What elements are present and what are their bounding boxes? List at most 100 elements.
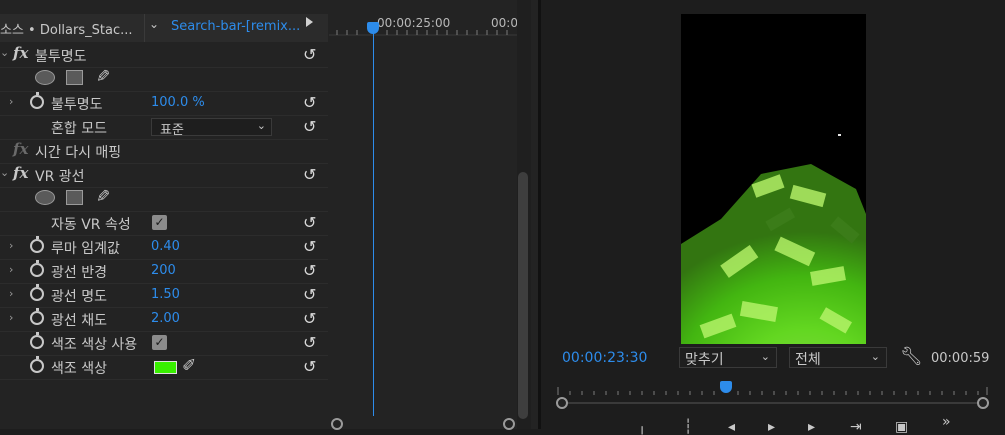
- resolution-value: 전체: [795, 352, 821, 368]
- glow-saturation-value[interactable]: 2.00: [151, 311, 180, 326]
- step-back-icon[interactable]: ◂: [728, 419, 735, 435]
- ellipse-mask-icon[interactable]: [35, 190, 55, 205]
- mask-tools-row: ✎: [0, 187, 328, 212]
- glow-radius-value[interactable]: 200: [151, 263, 176, 278]
- sequence-duration: 00:00:59: [931, 351, 990, 366]
- glow-radius-row: › 광선 반경 200 ↺: [0, 260, 328, 284]
- mark-out-icon[interactable]: ┆: [684, 419, 692, 435]
- reset-icon[interactable]: ↺: [303, 285, 316, 304]
- reset-icon[interactable]: ↺: [303, 213, 316, 232]
- twirl-right-icon[interactable]: ›: [9, 311, 13, 324]
- auto-vr-row: 자동 VR 속성 ✓ ↺: [0, 212, 328, 236]
- vr-glow-effect-label: VR 광선: [35, 169, 85, 185]
- use-tint-row: 색조 색상 사용 ✓ ↺: [0, 332, 328, 356]
- pen-mask-icon[interactable]: ✎: [96, 67, 110, 87]
- rectangle-mask-icon[interactable]: [66, 70, 83, 85]
- stopwatch-icon[interactable]: [30, 92, 44, 109]
- resolution-select[interactable]: 전체 ⌄: [789, 347, 887, 368]
- monitor-playhead[interactable]: [720, 381, 732, 393]
- luma-threshold-label: 루마 임계값: [51, 241, 120, 257]
- program-video-frame[interactable]: [681, 14, 866, 344]
- opacity-param-row: › 불투명도 100.0 % ↺: [0, 92, 328, 116]
- monitor-zoom-bar[interactable]: [556, 397, 989, 409]
- blend-mode-row: 혼합 모드 표준 ⌄ ↺: [0, 116, 328, 140]
- chevron-down-icon: ⌄: [870, 350, 880, 363]
- rectangle-mask-icon[interactable]: [66, 190, 83, 205]
- wrench-icon[interactable]: 🔧︎: [900, 346, 923, 367]
- stopwatch-icon[interactable]: [30, 356, 44, 373]
- reset-icon[interactable]: ↺: [303, 333, 316, 352]
- opacity-effect-row[interactable]: ⌄ fx 불투명도 ↺: [0, 44, 328, 68]
- reset-icon[interactable]: ↺: [303, 117, 316, 136]
- reset-icon[interactable]: ↺: [303, 93, 316, 112]
- scroll-handle-right[interactable]: [503, 418, 515, 430]
- step-forward-icon[interactable]: ▸: [808, 419, 815, 435]
- video-frame-image: [681, 14, 866, 344]
- play-triangle-icon[interactable]: [306, 17, 313, 27]
- eyedropper-icon[interactable]: ✐: [182, 356, 196, 376]
- time-remap-label: 시간 다시 매핑: [35, 145, 122, 161]
- reset-icon[interactable]: ↺: [303, 261, 316, 280]
- reset-icon[interactable]: ↺: [303, 165, 316, 184]
- reset-icon[interactable]: ↺: [303, 357, 316, 376]
- reset-icon[interactable]: ↺: [303, 309, 316, 328]
- glow-brightness-value[interactable]: 1.50: [151, 287, 180, 302]
- stopwatch-icon[interactable]: [30, 308, 44, 325]
- twirl-right-icon[interactable]: ›: [9, 239, 13, 252]
- time-remap-row[interactable]: fx 시간 다시 매핑: [0, 140, 328, 164]
- current-timecode[interactable]: 00:00:23:30: [562, 350, 647, 366]
- tint-color-label: 색조 색상: [51, 361, 107, 377]
- twirl-down-icon[interactable]: ⌄: [0, 166, 9, 179]
- chevron-down-icon: ⌄: [256, 119, 266, 132]
- luma-threshold-value[interactable]: 0.40: [151, 239, 180, 254]
- glow-brightness-label: 광선 명도: [51, 289, 107, 305]
- stopwatch-icon[interactable]: [30, 284, 44, 301]
- play-icon[interactable]: ▸: [768, 419, 775, 435]
- opacity-param-label: 불투명도: [51, 97, 103, 113]
- go-to-out-icon[interactable]: ⇥: [850, 419, 862, 435]
- tint-color-swatch[interactable]: [154, 361, 177, 374]
- sequence-label[interactable]: Search-bar-[remix...: [171, 19, 300, 34]
- stopwatch-icon[interactable]: [30, 236, 44, 253]
- luma-threshold-row: › 루마 임계값 0.40 ↺: [0, 236, 328, 260]
- twirl-right-icon[interactable]: ›: [9, 287, 13, 300]
- ellipse-mask-icon[interactable]: [35, 70, 55, 85]
- timeline-time-label: 00:00: [491, 16, 517, 30]
- vertical-scroll-thumb[interactable]: [518, 172, 528, 419]
- blend-mode-label: 혼합 모드: [51, 121, 107, 137]
- more-controls-icon[interactable]: »: [942, 414, 951, 430]
- reset-icon[interactable]: ↺: [303, 237, 316, 256]
- twirl-right-icon[interactable]: ›: [9, 95, 13, 108]
- zoom-handle-left[interactable]: [556, 397, 568, 409]
- zoom-handle-right[interactable]: [977, 397, 989, 409]
- tint-color-row: 색조 색상 ✐ ↺: [0, 356, 328, 380]
- vr-glow-effect-row[interactable]: ⌄ fx VR 광선 ↺: [0, 164, 328, 188]
- scroll-handle-left[interactable]: [331, 418, 343, 430]
- opacity-value[interactable]: 100.0 %: [151, 95, 205, 110]
- auto-vr-checkbox[interactable]: ✓: [152, 215, 167, 230]
- use-tint-label: 색조 색상 사용: [51, 337, 138, 353]
- pen-mask-icon[interactable]: ✎: [96, 187, 110, 207]
- fx-icon[interactable]: fx: [13, 164, 28, 182]
- fx-icon: fx: [13, 140, 29, 158]
- stopwatch-icon[interactable]: [30, 260, 44, 277]
- auto-vr-label: 자동 VR 속성: [51, 217, 131, 233]
- timeline-time-label: 00:00:25:00: [377, 16, 451, 30]
- fit-select[interactable]: 맞추기 ⌄: [679, 347, 777, 368]
- effect-timeline[interactable]: 00:00:25:00 00:00: [329, 0, 517, 430]
- reset-icon[interactable]: ↺: [303, 45, 316, 64]
- stopwatch-icon[interactable]: [30, 332, 44, 349]
- twirl-right-icon[interactable]: ›: [9, 263, 13, 276]
- blend-mode-value: 표준: [160, 123, 184, 138]
- source-clip-label[interactable]: 소스 • Dollars_Stac...: [0, 19, 132, 38]
- fx-icon[interactable]: fx: [13, 44, 28, 62]
- sequence-dropdown[interactable]: ⌄ Search-bar-[remix...: [144, 14, 302, 42]
- use-tint-checkbox[interactable]: ✓: [152, 335, 167, 350]
- mark-in-icon[interactable]: ╷: [638, 419, 646, 435]
- blend-mode-select[interactable]: 표준 ⌄: [151, 118, 272, 138]
- monitor-time-ruler[interactable]: [556, 381, 989, 399]
- timeline-horizontal-scrollbar[interactable]: [329, 418, 517, 430]
- twirl-down-icon[interactable]: ⌄: [0, 46, 9, 59]
- export-frame-icon[interactable]: ▣: [895, 419, 908, 435]
- chevron-down-icon: ⌄: [149, 17, 160, 31]
